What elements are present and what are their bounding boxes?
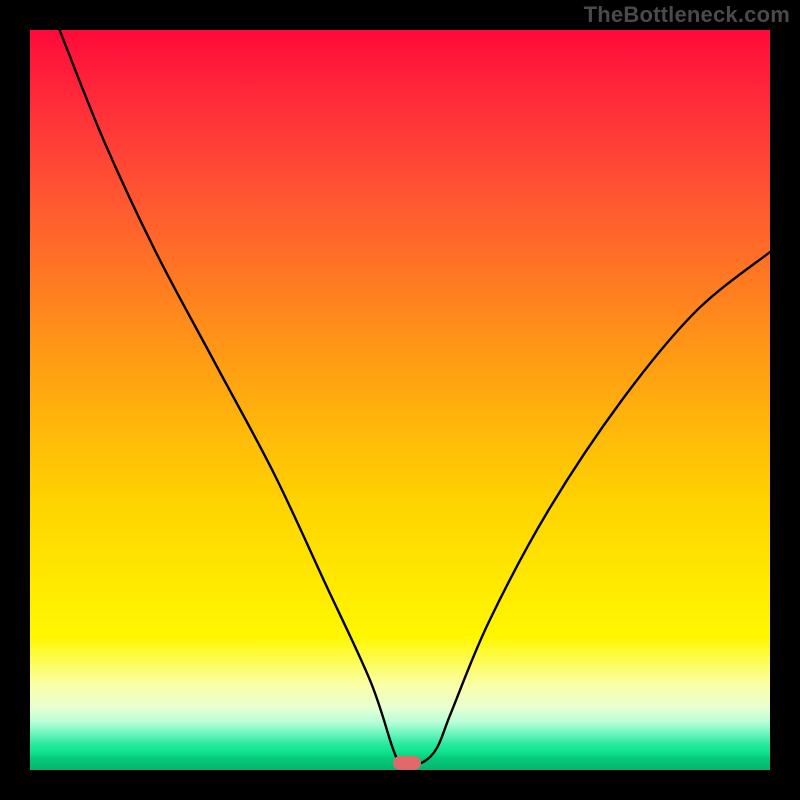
chart-frame: TheBottleneck.com xyxy=(0,0,800,800)
bottleneck-curve xyxy=(30,30,770,770)
curve-path xyxy=(60,30,770,764)
watermark-text: TheBottleneck.com xyxy=(584,2,790,28)
plot-area xyxy=(30,30,770,770)
optimal-marker xyxy=(393,756,421,770)
